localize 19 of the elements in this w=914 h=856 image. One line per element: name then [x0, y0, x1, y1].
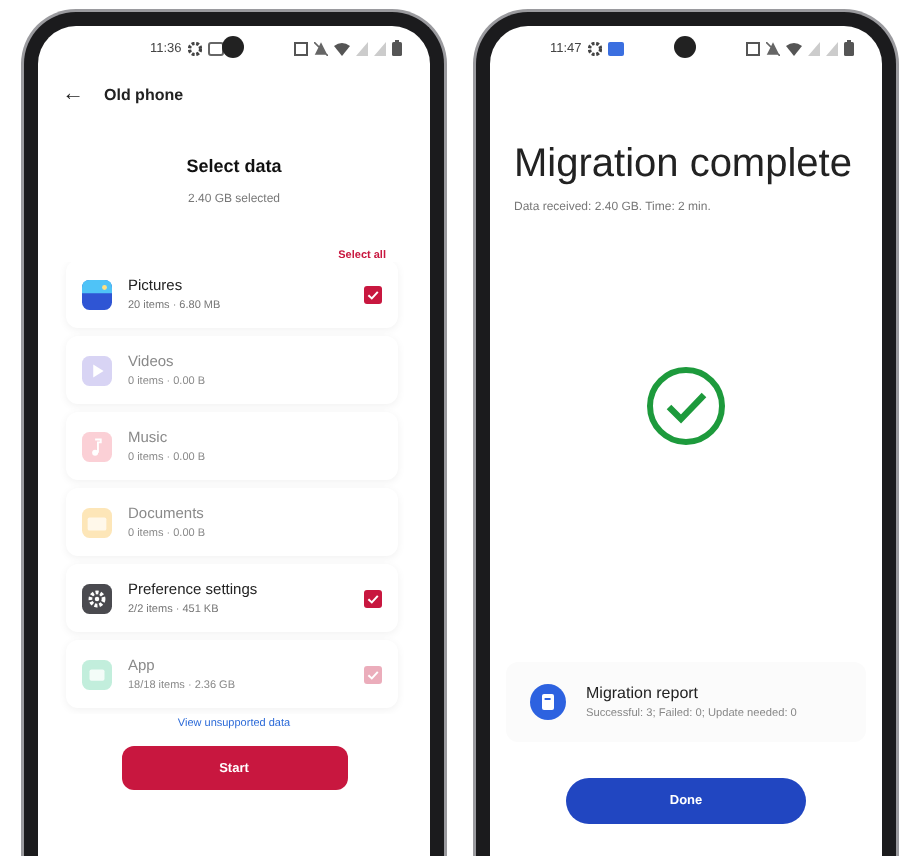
checkbox[interactable] [364, 285, 382, 303]
nfc-icon [746, 41, 760, 55]
settings-icon [187, 41, 202, 55]
back-button[interactable]: ← [62, 82, 84, 106]
wifi-icon [334, 41, 350, 55]
battery-icon [844, 40, 854, 56]
wifi-icon [786, 41, 802, 55]
camera-icon [674, 36, 696, 58]
screen-title: Old phone [104, 85, 184, 103]
report-icon [530, 684, 566, 720]
checkmark-icon [646, 366, 726, 446]
heading: Select data [184, 156, 284, 176]
camera-icon [222, 36, 244, 58]
report-title: Migration report [586, 684, 701, 702]
settings-icon [587, 41, 602, 55]
nfc-icon [294, 41, 308, 55]
screen-title: Migration complete [514, 142, 854, 188]
checkbox[interactable] [364, 589, 382, 607]
battery-icon [392, 40, 402, 56]
